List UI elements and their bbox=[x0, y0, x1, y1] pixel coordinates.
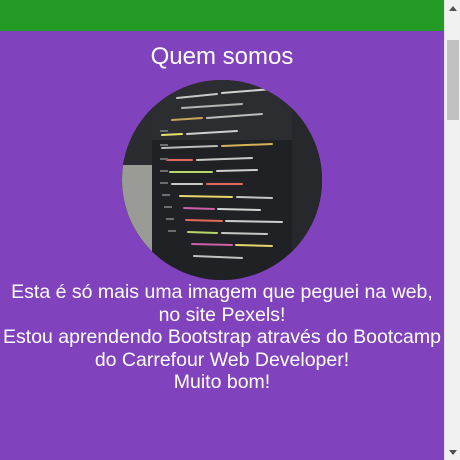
code-photo-image bbox=[122, 80, 322, 280]
about-paragraph-1: Esta é só mais uma imagem que peguei na … bbox=[11, 281, 433, 326]
code-screen-photo-icon bbox=[122, 80, 322, 280]
scroll-up-arrow-icon[interactable] bbox=[445, 0, 460, 16]
about-text: Esta é só mais uma imagem que peguei na … bbox=[0, 281, 444, 394]
scrollbar-thumb[interactable] bbox=[447, 40, 459, 120]
top-navbar bbox=[0, 0, 444, 31]
about-section: Quem somos Esta é só mais uma imagem que… bbox=[0, 31, 444, 460]
about-paragraph-3: Muito bom! bbox=[173, 371, 271, 393]
vertical-scrollbar[interactable] bbox=[444, 0, 460, 460]
section-title: Quem somos bbox=[150, 43, 294, 70]
scroll-down-arrow-icon[interactable] bbox=[445, 444, 460, 460]
about-paragraph-2: Estou aprendendo Bootstrap através do Bo… bbox=[3, 326, 441, 371]
